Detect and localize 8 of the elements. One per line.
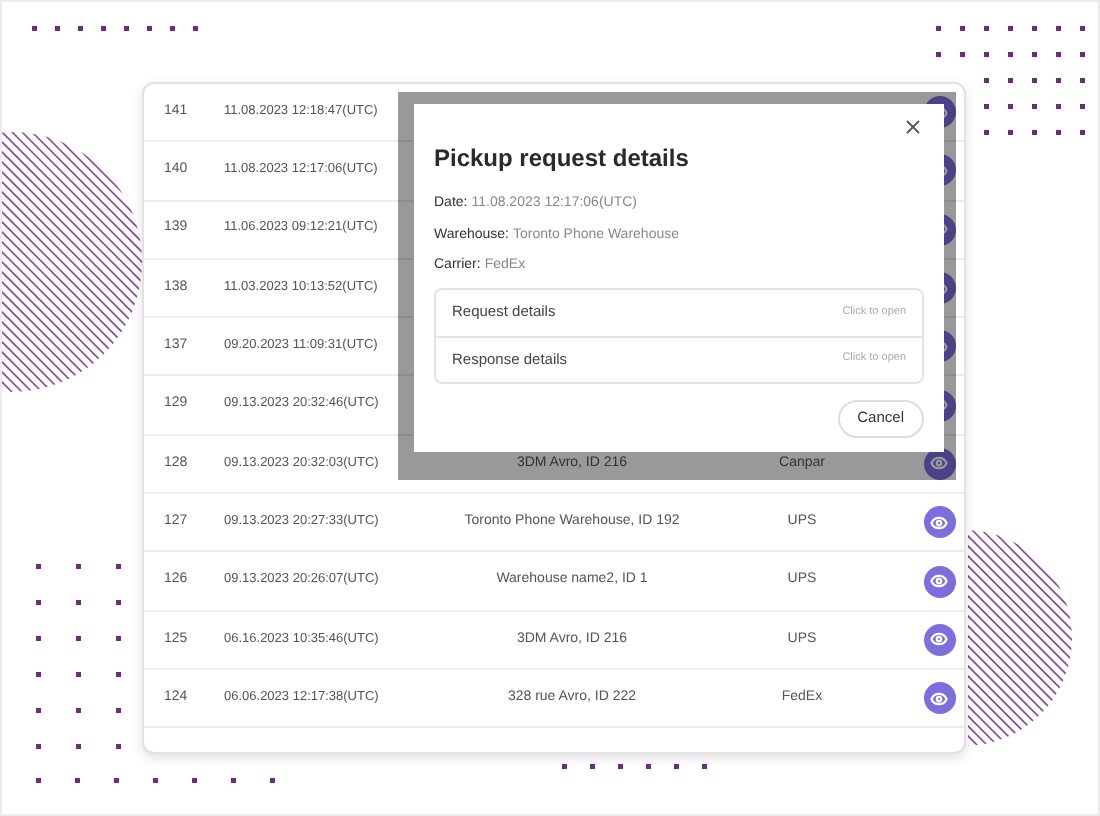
view-button[interactable] bbox=[923, 565, 955, 598]
view-button[interactable] bbox=[923, 682, 955, 715]
modal-title: Pickup request details bbox=[434, 142, 691, 176]
close-icon bbox=[902, 116, 924, 138]
dot-pattern-drawing bbox=[984, 78, 1085, 135]
view-button[interactable] bbox=[923, 506, 955, 539]
view-button[interactable] bbox=[923, 623, 955, 656]
close-button[interactable] bbox=[902, 116, 924, 138]
